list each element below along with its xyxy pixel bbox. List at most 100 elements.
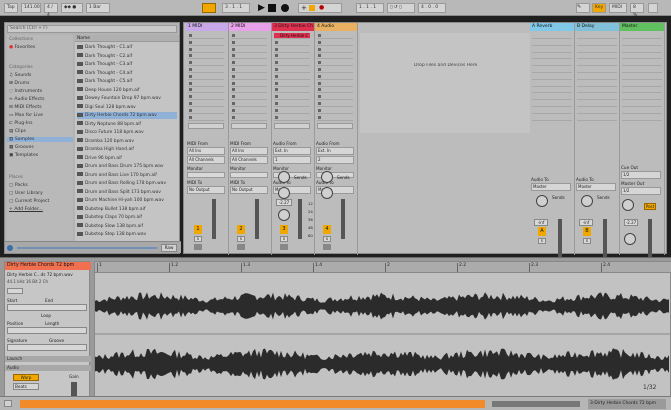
clip-slot[interactable] [622, 108, 662, 114]
track-title[interactable]: 3 Dirty Herbie Ch [272, 23, 314, 31]
input-type-select[interactable]: All Ins [230, 147, 268, 155]
clip-slot[interactable] [577, 115, 617, 121]
clip-slot[interactable] [532, 47, 572, 53]
arm-button[interactable] [280, 244, 288, 250]
file-row[interactable]: Dark Thought - C5.aif [77, 78, 177, 85]
output-select[interactable]: No Output [187, 186, 225, 194]
file-row[interactable]: Dark Thought - C2.aif [77, 53, 177, 60]
clip-slot[interactable] [532, 87, 572, 94]
master-out-select[interactable]: 1/2 [621, 187, 661, 195]
clip-slot[interactable] [317, 67, 353, 73]
clip-slot[interactable] [532, 33, 572, 39]
pan-knob[interactable] [624, 233, 636, 245]
track-title[interactable]: Master [620, 23, 664, 31]
clip-slot[interactable] [274, 74, 310, 80]
clip-slot[interactable] [231, 74, 267, 80]
volume-display[interactable]: -2.27 [276, 199, 292, 206]
drop-area[interactable] [360, 33, 530, 133]
clip-slot[interactable] [532, 81, 572, 87]
clip-slot[interactable] [577, 53, 617, 60]
clip-slot[interactable] [274, 101, 310, 107]
clip-slot[interactable] [532, 60, 572, 67]
clip-slot[interactable] [622, 94, 662, 101]
clip-slot[interactable] [274, 47, 310, 53]
file-row[interactable]: Dramba High Hand.aif [77, 146, 177, 153]
loop-start-field[interactable]: 1 . 1 . 1 [356, 3, 384, 13]
audio-section-header[interactable]: Audio [5, 365, 91, 371]
file-row[interactable]: Dubstep Claps 70 bpm.aif [77, 214, 177, 221]
clip-slot[interactable] [622, 87, 662, 94]
file-row[interactable]: Deep House 120 bpm.aif [77, 87, 177, 94]
sidebar-item-current-project[interactable]: ▢ Current Project [9, 199, 49, 204]
cue-volume-knob[interactable] [622, 199, 634, 211]
clip-slot[interactable] [317, 40, 353, 46]
input-channel-select[interactable]: All Channels [187, 156, 225, 164]
stop-icon[interactable] [268, 4, 276, 12]
signature-field[interactable]: 4 / 4 [44, 3, 58, 18]
track-activator-button[interactable]: 3 [280, 225, 288, 234]
return-activator-button[interactable]: B [583, 227, 591, 236]
overview-scroll[interactable] [492, 401, 580, 407]
clip-slot[interactable] [231, 67, 267, 73]
clip-slot[interactable] [532, 53, 572, 60]
clip-slot[interactable] [317, 87, 353, 94]
solo-button[interactable]: S [323, 236, 331, 242]
track-activator-button[interactable]: 2 [237, 225, 245, 234]
file-row[interactable]: Digi Soul 128 bpm.wav [77, 104, 177, 111]
track-title[interactable]: B Delay [575, 23, 619, 31]
post-button[interactable]: Post [644, 203, 656, 210]
clip-slot[interactable] [231, 47, 267, 53]
clip-slot[interactable] [231, 94, 267, 101]
sample-editor[interactable]: 1 1.2 1.3 1.4 2 2.2 2.3 2.4 1/32 [94, 261, 671, 398]
clip-slot[interactable] [532, 40, 572, 46]
volume-display[interactable]: -2.27 [624, 219, 638, 226]
clip-slot[interactable] [577, 81, 617, 87]
clip-slot[interactable] [231, 101, 267, 107]
send-b-knob[interactable] [278, 187, 290, 199]
clip-slot[interactable] [231, 81, 267, 87]
clip-slot[interactable] [188, 101, 224, 107]
file-row[interactable]: Dark Thought - C1.aif [77, 44, 177, 51]
clip-color-button[interactable] [7, 288, 23, 294]
clip-slot[interactable] [231, 40, 267, 46]
tempo-field[interactable]: 141.00 [21, 3, 41, 13]
file-row[interactable]: Dewey Fountain Drop 97 bpm.wav [77, 95, 177, 102]
sidebar-item-samples[interactable]: ▥ Samples [7, 137, 73, 142]
clip-slot[interactable] [231, 115, 267, 121]
clip-slot[interactable] [231, 33, 267, 39]
clip-slot[interactable] [188, 81, 224, 87]
track-activator-button[interactable]: 1 [194, 225, 202, 234]
clip-slot[interactable] [317, 53, 353, 60]
cue-out-select[interactable]: 1/2 [621, 171, 661, 179]
sidebar-item-user-library[interactable]: ▢ User Library [9, 191, 43, 196]
loop-length-field[interactable]: 4 . 0 . 0 [418, 3, 446, 13]
file-row[interactable]: Dirty Neptune 88 bpm.aif [77, 121, 177, 128]
file-row[interactable]: Dubstep Bullet 138 bpm.aif [77, 206, 177, 213]
clip-slot[interactable] [231, 108, 267, 114]
send-b-knob[interactable] [321, 187, 333, 199]
clip-slot-playing[interactable]: Dirty Herbie C [274, 33, 310, 39]
sidebar-item-audio-effects[interactable]: ≈ Audio Effects [9, 97, 44, 102]
file-row[interactable]: Drum and Bass Rolling 178 bpm.wav [77, 180, 177, 187]
metronome-button[interactable]: ◆◆ ● [61, 3, 83, 13]
info-view-toggle[interactable] [4, 400, 12, 407]
track-activator-button[interactable]: 4 [323, 225, 331, 234]
output-select[interactable]: Master [576, 183, 616, 191]
clip-slot[interactable] [188, 108, 224, 114]
waveform-display[interactable] [95, 274, 670, 394]
solo-button[interactable]: S [583, 238, 591, 244]
input-channel-select[interactable]: All Channels [230, 156, 268, 164]
overview-bar[interactable] [20, 400, 485, 408]
clip-slot[interactable] [622, 53, 662, 60]
file-row[interactable]: Drum Machine Hi-yah 100 bpm.wav [77, 197, 177, 204]
stop-clips-button[interactable] [274, 123, 310, 129]
clip-slot[interactable] [188, 87, 224, 94]
add-folder-link[interactable]: + Add Folder... [9, 207, 43, 212]
clip-slot[interactable] [577, 94, 617, 101]
warp-button[interactable]: Warp [13, 374, 39, 381]
stop-clips-button[interactable] [188, 123, 224, 129]
pan-knob[interactable] [278, 209, 290, 221]
clip-slot[interactable] [188, 53, 224, 60]
clip-slot[interactable] [577, 74, 617, 80]
clip-slot[interactable] [622, 67, 662, 73]
